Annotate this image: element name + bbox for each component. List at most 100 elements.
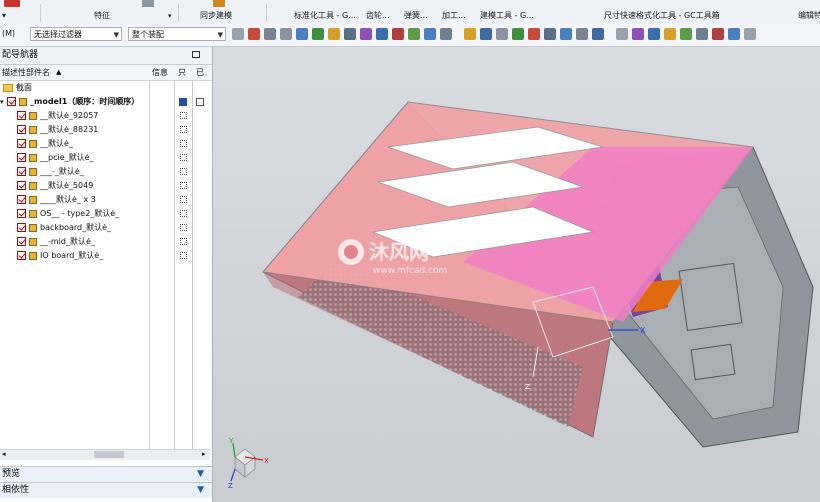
horizontal-scrollbar[interactable]: ◂ ▸ <box>0 449 210 460</box>
toolbar-tool-icon[interactable] <box>528 28 540 40</box>
ribbon-icon[interactable] <box>213 0 225 7</box>
toolbar-tool-icon[interactable] <box>440 28 452 40</box>
visibility-checkbox[interactable] <box>17 125 26 134</box>
visibility-checkbox[interactable] <box>17 195 26 204</box>
ribbon-icon[interactable] <box>142 0 154 7</box>
visibility-checkbox[interactable] <box>17 237 26 246</box>
column-header-name[interactable]: 描述性部件名 <box>2 65 50 80</box>
visibility-checkbox[interactable] <box>17 223 26 232</box>
toolbar-tool-icon[interactable] <box>680 28 692 40</box>
tree-row-component[interactable]: __-mid_默认ė_ <box>0 235 212 249</box>
tree-label: __默认ė_88231 <box>40 125 99 134</box>
toolbar-tool-icon[interactable] <box>376 28 388 40</box>
toolbar-tool-icon[interactable] <box>408 28 420 40</box>
tree-row-component[interactable]: __默认ė_92057 <box>0 109 212 123</box>
visibility-checkbox[interactable] <box>17 167 26 176</box>
toolbar-tool-icon[interactable] <box>360 28 372 40</box>
tree-row-section[interactable]: 截面 <box>0 81 212 95</box>
maximize-icon[interactable] <box>192 51 200 58</box>
toolbar-tool-icon[interactable] <box>248 28 260 40</box>
toolbar-tool-icon[interactable] <box>648 28 660 40</box>
axis-z-label: Z <box>525 383 530 391</box>
component-icon <box>29 182 37 190</box>
dependency-panel-header[interactable]: 相依性 ▼ <box>0 482 212 498</box>
toolbar-tool-icon[interactable] <box>512 28 524 40</box>
toolbar-tool-icon[interactable] <box>712 28 724 40</box>
toolbar-tool-icon[interactable] <box>616 28 628 40</box>
toolbar-tool-icon[interactable] <box>312 28 324 40</box>
visibility-checkbox[interactable] <box>17 153 26 162</box>
visibility-checkbox[interactable] <box>17 181 26 190</box>
toolbar-tool-icon[interactable] <box>664 28 676 40</box>
visibility-checkbox[interactable] <box>17 209 26 218</box>
toolbar-tool-icon[interactable] <box>560 28 572 40</box>
toolbar-tool-icon[interactable] <box>344 28 356 40</box>
sort-up-icon[interactable]: ▲ <box>56 65 61 80</box>
view-triad[interactable]: X Y Z <box>228 437 269 490</box>
ribbon-group-standard-tools[interactable]: 标准化工具 - G... <box>294 10 356 22</box>
ribbon-group-edit[interactable]: 编辑特 <box>798 10 820 22</box>
selection-scope-select[interactable]: 整个装配 ▼ <box>128 27 226 41</box>
tree-row-component[interactable]: __默认ė_88231 <box>0 123 212 137</box>
tree-row-component[interactable]: ___-_默认ė_ <box>0 165 212 179</box>
tree-row-root[interactable]: ▾ _model1（顺序：时间顺序） <box>0 95 212 109</box>
toolbar-tool-icon[interactable] <box>496 28 508 40</box>
tree-row-component[interactable]: ____默认ė_ x 3 <box>0 193 212 207</box>
toolbar-tool-icon[interactable] <box>264 28 276 40</box>
visibility-checkbox[interactable] <box>7 97 16 106</box>
toolbar-tool-icon[interactable] <box>232 28 244 40</box>
toolbar-tool-icon[interactable] <box>392 28 404 40</box>
visibility-checkbox[interactable] <box>17 139 26 148</box>
toolbar-tool-icon[interactable] <box>632 28 644 40</box>
toolbar-tool-icon[interactable] <box>696 28 708 40</box>
toolbar-tool-icon[interactable] <box>728 28 740 40</box>
ribbon-group-left-dropdown[interactable]: ▾ <box>2 10 6 22</box>
toolbar-tool-icon[interactable] <box>328 28 340 40</box>
toolbar-tool-icon[interactable] <box>280 28 292 40</box>
modified-icon <box>196 98 204 106</box>
ribbon-group-modeling-tools[interactable]: 建模工具 - G... <box>480 10 534 22</box>
visibility-checkbox[interactable] <box>17 251 26 260</box>
tree-row-component[interactable]: IO board_默认ė_ <box>0 249 212 263</box>
triad-x-label: X <box>264 457 269 465</box>
column-header-readonly[interactable]: 只 <box>178 65 186 80</box>
ribbon-group-machining[interactable]: 加工... <box>442 10 466 22</box>
column-header-info[interactable]: 信息 <box>152 65 168 80</box>
type-filter-select[interactable]: 无选择过滤器 ▼ <box>30 27 122 41</box>
ribbon-group-dimension-format[interactable]: 尺寸快速格式化工具 - GC工具箱 <box>604 10 720 22</box>
tree-label: OS__ - type2_默认ė_ <box>40 209 120 218</box>
tree-row-component[interactable]: backboard_默认ė_ <box>0 221 212 235</box>
ribbon-group-features[interactable]: 特征 <box>94 10 110 22</box>
toolbar-tool-icon[interactable] <box>576 28 588 40</box>
menu-button[interactable]: (M) <box>2 27 15 41</box>
tree-label: backboard_默认ė_ <box>40 223 112 232</box>
ribbon-group-sync-modeling[interactable]: 同步建模 <box>200 10 232 22</box>
tree-row-component[interactable]: __默认ė_ <box>0 137 212 151</box>
scroll-thumb[interactable] <box>94 451 124 458</box>
ribbon-group-features-expand[interactable]: ▾ <box>168 10 172 22</box>
navigator-column-header: 描述性部件名 ▲ 信息 只 已 <box>0 65 212 81</box>
toolbar-tool-icon[interactable] <box>296 28 308 40</box>
toolbar-tool-icon[interactable] <box>744 28 756 40</box>
preview-panel-header[interactable]: 预览 ▼ <box>0 466 212 482</box>
ribbon-icon-row <box>0 0 820 9</box>
scroll-right-icon[interactable]: ▸ <box>202 450 206 458</box>
tree-row-component[interactable]: OS__ - type2_默认ė_ <box>0 207 212 221</box>
column-header-modified[interactable]: 已 <box>196 65 204 80</box>
tree-row-component[interactable]: __pcie_默认ė_ <box>0 151 212 165</box>
toolbar-tool-icon[interactable] <box>480 28 492 40</box>
collapse-icon[interactable]: ▾ <box>0 95 4 109</box>
tree-label: __pcie_默认ė_ <box>40 153 94 162</box>
ribbon-icon[interactable] <box>4 0 20 7</box>
toolbar-tool-icon[interactable] <box>544 28 556 40</box>
toolbar-tool-icon[interactable] <box>592 28 604 40</box>
graphics-viewport[interactable]: X Z 沐风网 www.mfcad.com X Y Z <box>213 47 820 502</box>
visibility-checkbox[interactable] <box>17 111 26 120</box>
ribbon-group-gears[interactable]: 齿轮... <box>366 10 390 22</box>
toolbar-tool-icon[interactable] <box>424 28 436 40</box>
watermark-url: www.mfcad.com <box>373 266 447 276</box>
toolbar-tool-icon[interactable] <box>464 28 476 40</box>
ribbon-group-springs[interactable]: 弹簧... <box>404 10 428 22</box>
scroll-left-icon[interactable]: ◂ <box>2 450 6 458</box>
tree-row-component[interactable]: __默认ė_5049 <box>0 179 212 193</box>
